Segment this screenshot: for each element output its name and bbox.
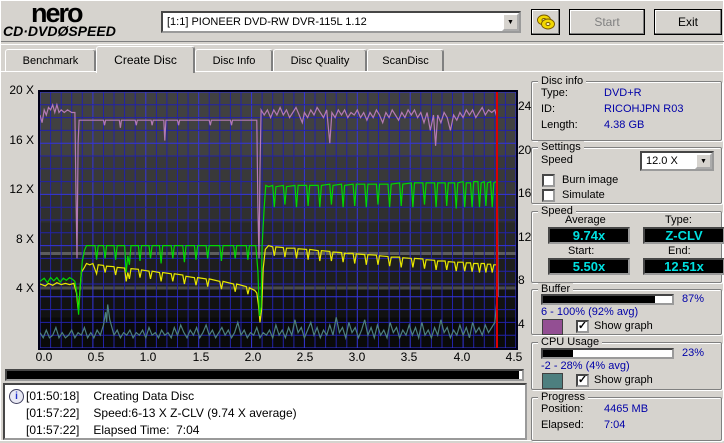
position-value: 4465 MB [604,403,649,415]
buffer-show-graph-checkbox[interactable]: ✓ [576,320,589,333]
log-time: [01:57:22] [26,423,80,437]
x-axis-tick: 2.0 [244,350,262,364]
type-label: Type: [665,214,692,226]
elapsed-value: 7:04 [604,419,626,431]
tab-disc-quality[interactable]: Disc Quality [273,49,367,72]
buffer-bar [541,294,674,305]
speed-select[interactable]: 12.0 X ▼ [640,151,714,171]
start-button[interactable]: Start [569,9,645,35]
cpu-show-graph-label: Show graph [594,374,653,386]
header-separator [1,41,724,45]
series-write-speed [40,180,497,317]
x-axis-tick: 2.5 [296,350,314,364]
buffer-percent: 87% [682,293,705,305]
cpu-show-graph-checkbox[interactable]: ✓ [576,374,589,387]
x-axis-tick: 1.5 [192,350,210,364]
speed-panel: Speed Average Type: 9.74x Z-CLV Start: E… [531,205,724,283]
disc-id-label: ID: [541,103,556,115]
info-icon: i [9,389,24,404]
log-row: [01:57:22] Speed:6-13 X Z-CLV (9.74 X av… [9,405,521,422]
y-axis-left-tick: 4 X [15,281,34,295]
cd-dvd-speed-logo: CD·DVDØSPEED [3,23,116,39]
x-axis-tick: 4.0 [453,350,471,364]
end-speed-display: 12.51x [643,258,724,275]
cpu-title: CPU Usage [538,336,603,348]
cpu-range: -2 - 28% (4% avg) [541,360,630,372]
disc-icon: Ø [57,23,69,39]
tab-create-disc[interactable]: Create Disc [96,46,195,73]
log-text: Elapsed Time: 7:04 [93,423,200,437]
burn-image-label: Burn image [562,174,619,186]
drive-selector[interactable]: [1:1] PIONEER DVD-RW DVR-115L 1.12 ▼ [161,11,521,33]
buffer-color-swatch [542,319,563,335]
x-axis-tick: 0.0 [35,350,53,364]
disc-type-value: DVD+R [604,87,642,99]
cpu-bar [541,348,674,359]
progress-panel: Progress Position: 4465 MB Elapsed: 7:04 [531,391,722,441]
y-axis-left-tick: 20 X [9,83,34,97]
simulate-label: Simulate [562,189,605,201]
chart-canvas [40,92,516,348]
speed-select-value: 12.0 X [646,155,678,167]
series-cpu-usage [40,299,498,341]
log-text: Creating Data Disc [93,389,195,403]
cpu-color-swatch [542,373,563,389]
x-axis-tick: 1.0 [139,350,157,364]
log-row: [01:57:22] Elapsed Time: 7:04 [9,422,521,439]
tab-scandisc[interactable]: ScanDisc [367,49,444,72]
disc-length-label: Length: [541,119,578,131]
cpu-panel: CPU Usage 23% -2 - 28% (4% avg) ✓ Show g… [531,336,722,390]
disc-tool-button[interactable] [531,9,560,35]
disc-id-value: RICOHJPN R03 [604,103,684,115]
exit-button[interactable]: Exit [654,9,722,35]
log-row: i [01:50:18] Creating Data Disc [9,388,521,405]
disc-type-label: Type: [541,87,568,99]
series-buffer-level [40,102,499,297]
buffer-panel: Buffer 87% 6 - 100% (92% avg) ✓ Show gra… [531,283,722,335]
x-axis-tick: 4.5 [505,350,523,364]
average-speed-display: 9.74x [548,227,630,244]
disc-info-title: Disc info [538,75,587,87]
write-progress-bar [5,369,524,381]
tab-disc-info[interactable]: Disc Info [195,49,273,72]
nero-logo: nero [31,0,83,28]
log-time: [01:57:22] [26,406,80,420]
log-time: [01:50:18] [26,389,80,403]
progress-title: Progress [538,391,589,403]
chevron-down-icon[interactable]: ▼ [695,153,712,169]
elapsed-label: Elapsed: [541,419,584,431]
position-label: Position: [541,403,584,415]
tab-benchmark[interactable]: Benchmark [5,49,96,72]
cpu-percent: 23% [682,347,705,359]
start-speed-label: Start: [568,245,595,257]
average-label: Average [565,214,606,226]
chart-plot-area [38,90,518,350]
buffer-show-graph-label: Show graph [594,320,653,332]
log-text: Speed:6-13 X Z-CLV (9.74 X average) [93,406,297,420]
speed-chart: 20 X 16 X 12 X8 X4 X 24 20 16 12 8 4 0.0 0.5 1.0 1.5… [1,71,531,367]
speed-setting-label: Speed [541,154,573,166]
end-speed-label: End: [668,245,691,257]
chevron-down-icon[interactable]: ▼ [502,13,519,31]
y-axis-left-tick: 8 X [15,232,34,246]
log-list[interactable]: i [01:50:18] Creating Data Disc [01:57:2… [3,383,527,440]
simulate-checkbox[interactable] [542,189,555,202]
settings-title: Settings [538,141,584,153]
write-type-display: Z-CLV [643,227,724,244]
x-axis-tick: 3.0 [348,350,366,364]
disc-info-panel: Disc info Type: DVD+R ID: RICOHJPN R03 L… [531,75,722,141]
buffer-range: 6 - 100% (92% avg) [541,306,639,318]
drive-selector-value: [1:1] PIONEER DVD-RW DVR-115L 1.12 [167,16,367,28]
settings-panel: Settings Speed 12.0 X ▼ Burn image Simul… [531,141,722,204]
y-axis-left-tick: 16 X [9,133,34,147]
disc-length-value: 4.38 GB [604,119,645,131]
start-speed-display: 5.50x [548,258,630,275]
nero-cd-dvd-speed-window: { "header": { "logo_line1": "nero", "log… [0,0,724,441]
y-axis-left-tick: 12 X [9,182,34,196]
x-axis-tick: 0.5 [87,350,105,364]
discs-icon [536,14,555,30]
burn-image-checkbox[interactable] [542,174,555,187]
x-axis-tick: 3.5 [400,350,418,364]
